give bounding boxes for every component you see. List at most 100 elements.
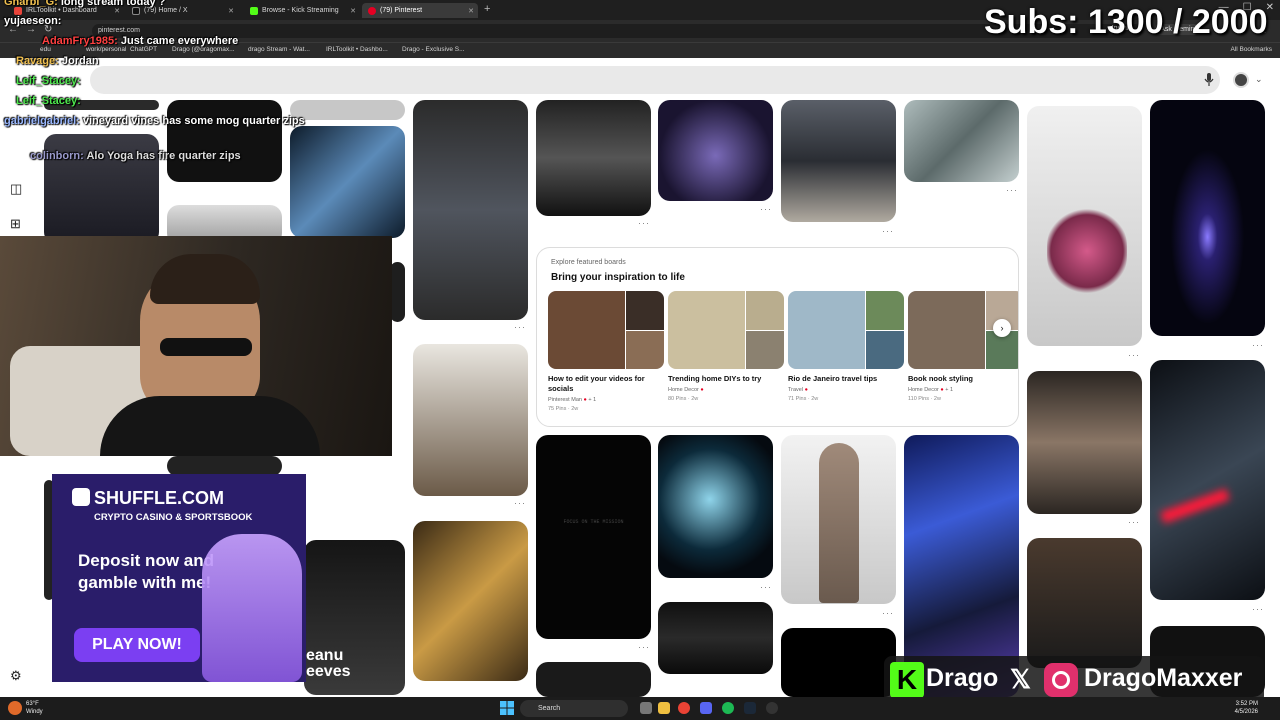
new-tab-button[interactable]: + xyxy=(484,3,490,15)
anime-mascot-illustration xyxy=(202,534,302,682)
more-options-icon[interactable]: ··· xyxy=(1252,604,1264,614)
taskbar-search[interactable]: Search xyxy=(520,700,628,717)
discord-icon[interactable] xyxy=(700,702,712,714)
more-options-icon[interactable]: ··· xyxy=(1128,517,1140,527)
pin-tile[interactable] xyxy=(167,100,282,182)
board-owner: Pinterest Man ● + 1 xyxy=(548,397,597,403)
more-options-icon[interactable]: ··· xyxy=(882,226,894,236)
pin-tile[interactable] xyxy=(781,100,896,222)
pin-tile[interactable] xyxy=(658,435,773,578)
pin-tile[interactable] xyxy=(658,100,773,201)
chevron-down-icon[interactable]: ⌄ xyxy=(1255,74,1263,85)
taskbar-clock[interactable]: 3:52 PM 4/5/2026 xyxy=(1235,700,1258,716)
create-icon[interactable]: ⊞ xyxy=(10,216,21,232)
more-options-icon[interactable]: ··· xyxy=(514,322,526,332)
bookmark-item[interactable]: IRLToolkit • Dashbo... xyxy=(326,46,388,53)
spotify-icon[interactable] xyxy=(722,702,734,714)
board-card[interactable]: Trending home DIYs to try Home Decor ● 8… xyxy=(668,291,784,402)
steam-icon[interactable] xyxy=(744,702,756,714)
pin-tile[interactable] xyxy=(781,628,896,697)
pin-tile[interactable] xyxy=(167,456,282,476)
focus-mission-text: FOCUS ON THE MISSION xyxy=(563,519,624,525)
more-options-icon[interactable]: ··· xyxy=(638,642,650,652)
ad-subtitle: CRYPTO CASINO & SPORTSBOOK xyxy=(94,512,253,523)
pin-caption: eanu eeves xyxy=(306,647,351,680)
pin-tile[interactable] xyxy=(536,100,651,216)
board-owner: Home Decor ● xyxy=(668,387,704,393)
tab-pinterest[interactable]: (79) Pinterest ✕ xyxy=(362,3,478,18)
tab-close-icon[interactable]: ✕ xyxy=(468,7,474,15)
pin-tile[interactable] xyxy=(1027,371,1142,514)
boards-icon[interactable]: ◫ xyxy=(10,181,22,197)
microphone-icon[interactable] xyxy=(1204,73,1214,87)
instagram-logo-icon xyxy=(1044,663,1078,697)
pin-tile[interactable] xyxy=(1150,100,1265,336)
pin-tile[interactable] xyxy=(413,100,528,320)
board-name: Rio de Janeiro travel tips xyxy=(788,374,878,383)
bookmark-item[interactable]: edu xyxy=(40,46,51,53)
chat-message: Leif_Stacey: xyxy=(16,95,81,107)
obs-icon[interactable] xyxy=(766,702,778,714)
pin-tile[interactable] xyxy=(1027,106,1142,346)
pinterest-favicon-icon xyxy=(368,6,376,15)
tab-label: Browse - Kick Streaming xyxy=(262,7,339,14)
board-meta: 110 Pins · 2w xyxy=(908,396,941,402)
board-name: Trending home DIYs to try xyxy=(668,374,762,383)
play-now-button: PLAY NOW! xyxy=(74,628,200,662)
all-bookmarks-button[interactable]: All Bookmarks xyxy=(1230,46,1272,53)
ad-logo-text: SHUFFLE.COM xyxy=(94,488,224,508)
pin-tile[interactable] xyxy=(390,262,405,322)
bookmark-item[interactable]: ChatGPT xyxy=(130,46,157,53)
pin-tile[interactable] xyxy=(904,100,1019,182)
board-card[interactable]: Rio de Janeiro travel tips Travel ● 71 P… xyxy=(788,291,904,402)
tab-kick-browse[interactable]: Browse - Kick Streaming ✕ xyxy=(244,3,360,18)
pin-tile[interactable] xyxy=(658,602,773,674)
featured-boards-panel: Explore featured boards Bring your inspi… xyxy=(536,247,1019,427)
chat-message: AdamFry1985: Just came everywhere xyxy=(42,35,239,47)
pin-tile[interactable] xyxy=(290,126,405,238)
bookmark-item[interactable]: Drago (@dragomax... xyxy=(172,46,235,53)
pin-tile[interactable] xyxy=(413,344,528,496)
chat-message: Ravage: Jordan xyxy=(16,55,99,67)
board-meta: 75 Pins · 2w xyxy=(548,406,579,412)
chrome-icon[interactable] xyxy=(678,702,690,714)
pin-tile[interactable] xyxy=(536,662,651,697)
more-options-icon[interactable]: ··· xyxy=(638,218,650,228)
task-view-icon[interactable] xyxy=(640,702,652,714)
bookmark-item[interactable]: drago Stream - Wat... xyxy=(248,46,310,53)
settings-gear-icon[interactable]: ⚙ xyxy=(10,668,22,684)
more-options-icon[interactable]: ··· xyxy=(1006,185,1018,195)
pinterest-search-bar[interactable] xyxy=(90,66,1220,94)
windows-start-icon[interactable] xyxy=(500,701,514,715)
kick-logo-icon: K xyxy=(890,662,924,698)
tab-close-icon[interactable]: ✕ xyxy=(228,7,234,15)
board-thumbnails xyxy=(788,291,904,369)
board-card[interactable]: Book nook styling Home Decor ● + 1 110 P… xyxy=(908,291,1018,402)
pin-tile[interactable] xyxy=(781,435,896,604)
more-options-icon[interactable]: ··· xyxy=(1128,350,1140,360)
more-options-icon[interactable]: ··· xyxy=(882,608,894,618)
x-logo-icon: 𝕏 xyxy=(1010,664,1031,694)
tab-close-icon[interactable]: ✕ xyxy=(350,7,356,15)
pin-tile[interactable]: FOCUS ON THE MISSION xyxy=(536,435,651,639)
profile-avatar[interactable] xyxy=(1233,72,1249,88)
more-options-icon[interactable]: ··· xyxy=(1252,340,1264,350)
board-name: How to edit your videos for socials xyxy=(548,374,645,393)
weather-icon xyxy=(8,701,22,715)
chevron-right-icon[interactable]: › xyxy=(993,319,1011,337)
screen: IRLToolkit • Dashboard ✕ (79) Home / X ✕… xyxy=(0,0,1280,720)
tab-label: (79) Home / X xyxy=(144,7,188,14)
weather-widget[interactable]: 63°F Windy xyxy=(26,700,43,716)
more-options-icon[interactable]: ··· xyxy=(760,204,772,214)
pin-tile[interactable] xyxy=(1027,538,1142,668)
more-options-icon[interactable]: ··· xyxy=(760,582,772,592)
board-card[interactable]: How to edit your videos for socials Pint… xyxy=(548,291,664,412)
file-explorer-icon[interactable] xyxy=(658,702,670,714)
bookmark-item[interactable]: Drago - Exclusive S... xyxy=(402,46,465,53)
more-options-icon[interactable]: ··· xyxy=(514,498,526,508)
pin-tile[interactable] xyxy=(413,521,528,681)
pin-tile[interactable]: eanu eeves xyxy=(304,540,405,695)
bookmark-item[interactable]: work/personal xyxy=(86,46,126,53)
pin-tile[interactable] xyxy=(1150,360,1265,600)
tab-label: IRLToolkit • Dashboard xyxy=(26,7,97,14)
